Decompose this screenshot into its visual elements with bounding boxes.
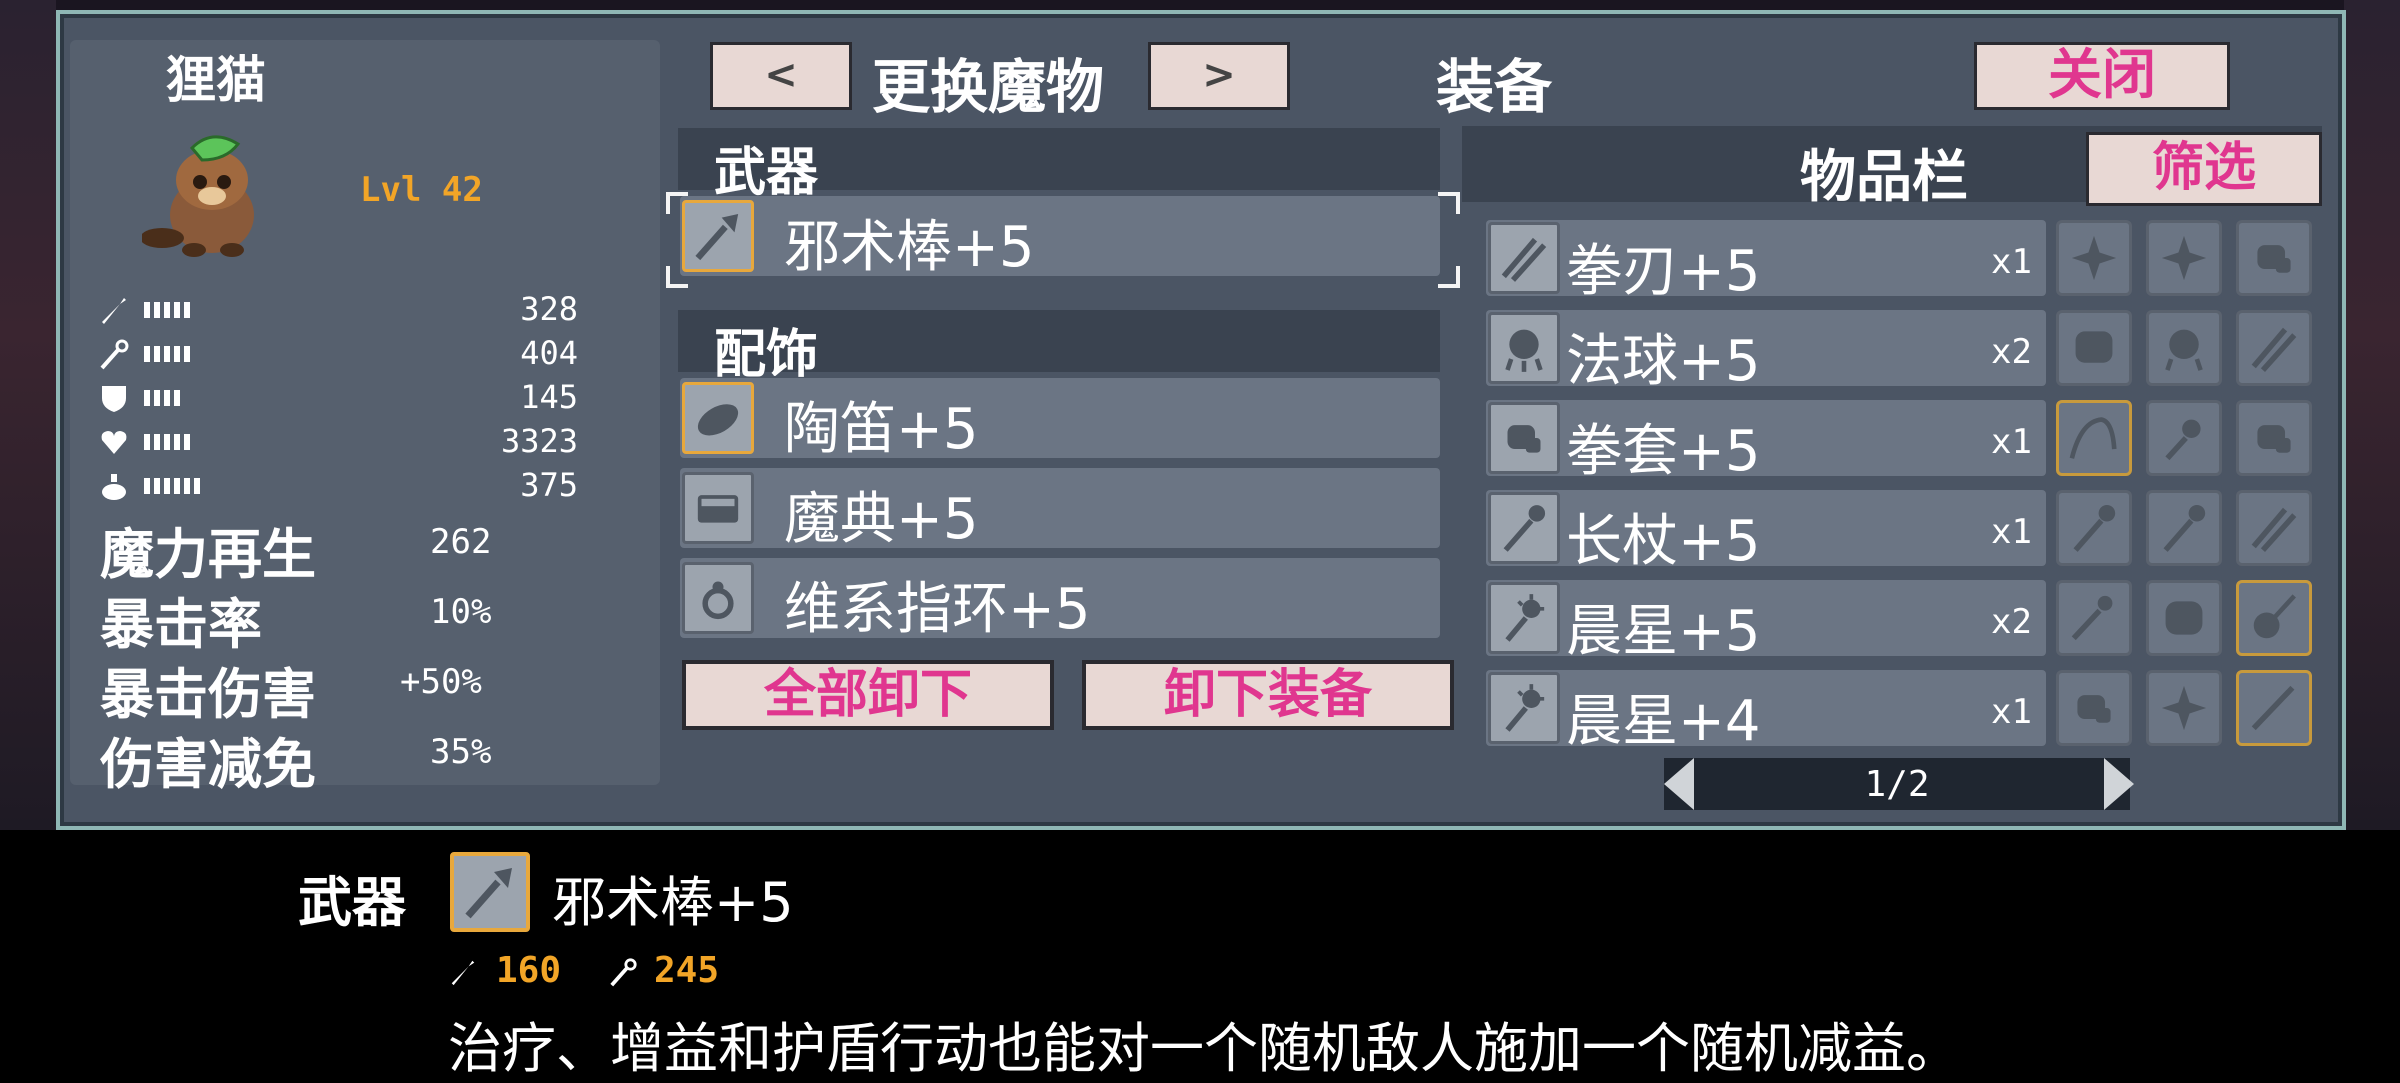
accessory-slot[interactable]: 魔典+5 <box>680 468 1440 552</box>
selection-corner <box>1438 192 1460 214</box>
attack-value: 328 <box>520 290 578 328</box>
wand-icon <box>608 950 638 991</box>
dungeon-background-right <box>2344 0 2400 830</box>
ring-icon <box>682 562 754 634</box>
mana-value: 375 <box>520 466 578 504</box>
detail-description: 治疗、增益和护盾行动也能对一个随机敌人施加一个随机减益。 <box>448 1017 1960 1080</box>
inventory-item[interactable]: 晨星+4 x1 <box>1486 670 2046 754</box>
staff-icon[interactable] <box>2146 490 2222 566</box>
tanuki-avatar <box>140 120 282 260</box>
accessory-slot[interactable]: 陶笛+5 <box>680 378 1440 462</box>
orb-icon[interactable] <box>2146 310 2222 386</box>
wand-icon <box>98 338 130 370</box>
wand-icon[interactable] <box>2056 580 2132 656</box>
ocarina-icon <box>682 382 754 454</box>
shield-icon <box>98 382 130 414</box>
unequip-all-button[interactable]: 全部卸下 <box>682 660 1054 730</box>
attr-mana-regen: 魔力再生 262 <box>100 522 492 586</box>
page-indicator: 1/2 <box>1864 764 1930 805</box>
shuriken-icon[interactable] <box>2056 220 2132 296</box>
next-monster-button[interactable]: > <box>1148 42 1290 110</box>
unequip-button[interactable]: 卸下装备 <box>1082 660 1454 730</box>
next-page-button[interactable] <box>2104 758 2134 810</box>
prev-monster-button[interactable]: < <box>710 42 852 110</box>
gauntlet-icon[interactable] <box>2236 400 2312 476</box>
selection-corner <box>1438 266 1460 288</box>
inventory-item[interactable]: 法球+5 x2 <box>1486 310 2046 394</box>
gauntlet-icon[interactable] <box>2056 310 2132 386</box>
morningstar-icon <box>1488 582 1560 654</box>
gauntlet-icon[interactable] <box>2056 670 2132 746</box>
monster-name: 狸猫 <box>166 51 266 109</box>
inventory-item[interactable]: 晨星+5 x2 <box>1486 580 2046 664</box>
detail-magic: 245 <box>654 950 720 991</box>
weapon-slot[interactable]: 邪术棒+5 <box>680 196 1440 280</box>
lute-icon[interactable] <box>2236 580 2312 656</box>
claw-icon <box>1488 222 1560 294</box>
close-button[interactable]: 关闭 <box>1974 42 2230 110</box>
filter-button[interactable]: 筛选 <box>2086 132 2322 206</box>
morningstar-icon <box>1488 672 1560 744</box>
accessory-slot[interactable]: 维系指环+5 <box>680 558 1440 642</box>
attr-crit-damage: 暴击伤害 +50% <box>100 662 482 726</box>
claw-icon[interactable] <box>2236 310 2312 386</box>
morningstar-icon[interactable] <box>2146 400 2222 476</box>
magic-value: 404 <box>520 334 578 372</box>
stat-row-defense: 145 <box>98 378 578 418</box>
selection-corner <box>666 266 688 288</box>
prev-page-button[interactable] <box>1664 758 1694 810</box>
inventory-item[interactable]: 拳套+5 x1 <box>1486 400 2046 484</box>
stat-row-magic: 404 <box>98 334 578 374</box>
accessory-section-header: 配饰 <box>678 310 1440 385</box>
gauntlet-icon[interactable] <box>2236 220 2312 296</box>
monster-level: Lvl 42 <box>360 170 483 210</box>
stat-row-mana: 375 <box>98 466 578 506</box>
inventory-item[interactable]: 拳刃+5 x1 <box>1486 220 2046 304</box>
detail-slot-label: 武器 <box>298 871 406 934</box>
heart-icon <box>98 426 130 458</box>
equipment-title: 装备 <box>1436 53 1553 121</box>
monster-stats-panel: 狸猫 Lvl 42 328 404 145 3323 375 魔力再生 262 … <box>70 40 660 796</box>
weapon-section-header: 武器 <box>678 128 1440 203</box>
detail-item-name: 邪术棒+5 <box>552 871 794 934</box>
claw-icon[interactable] <box>2236 490 2312 566</box>
whip-icon[interactable] <box>2056 400 2132 476</box>
orb-icon <box>1488 312 1560 384</box>
attr-damage-reduction: 伤害减免 35% <box>100 732 492 796</box>
weapon-name: 邪术棒+5 <box>784 215 1035 280</box>
gauntlet-icon[interactable] <box>2146 580 2222 656</box>
staff-icon <box>1488 492 1560 564</box>
attr-crit-rate: 暴击率 10% <box>100 592 492 656</box>
stat-row-health: 3323 <box>98 422 578 462</box>
sword-icon[interactable] <box>2236 670 2312 746</box>
staff-icon <box>450 852 530 932</box>
sword-icon <box>98 294 130 326</box>
gauntlet-icon <box>1488 402 1560 474</box>
shuriken-icon[interactable] <box>2146 220 2222 296</box>
health-value: 3323 <box>500 422 578 460</box>
shuriken-icon[interactable] <box>2146 670 2222 746</box>
change-monster-label: 更换魔物 <box>872 53 1105 121</box>
staff-icon[interactable] <box>2056 490 2132 566</box>
inventory-item[interactable]: 长杖+5 x1 <box>1486 490 2046 574</box>
dungeon-background-left <box>0 0 56 830</box>
defense-value: 145 <box>520 378 578 416</box>
sword-icon <box>448 950 478 991</box>
potion-icon <box>98 470 130 502</box>
inventory-pager: 1/2 <box>1664 758 2130 810</box>
tome-icon <box>682 472 754 544</box>
stat-row-attack: 328 <box>98 290 578 330</box>
selection-corner <box>666 192 688 214</box>
inventory-title: 物品栏 <box>1800 145 1968 210</box>
detail-attack: 160 <box>496 950 562 991</box>
staff-icon <box>682 200 754 272</box>
